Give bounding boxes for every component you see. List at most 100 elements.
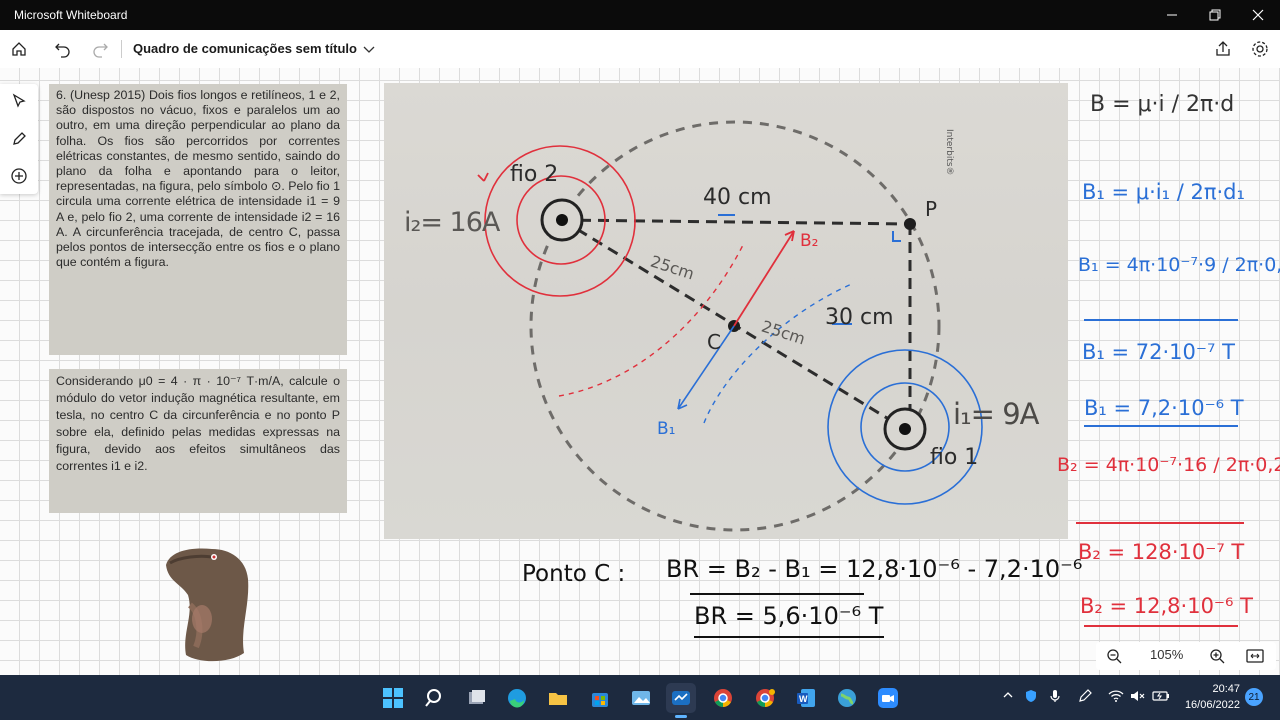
title-dropdown[interactable] <box>358 38 380 60</box>
point-p-label: P <box>925 197 938 221</box>
fit-screen-icon <box>1246 649 1264 663</box>
wifi-icon <box>1108 690 1124 702</box>
close-button[interactable] <box>1236 0 1280 30</box>
app-toolbar: Quadro de comunicações sem título <box>0 30 1280 69</box>
redo-button[interactable] <box>89 38 111 60</box>
undo-icon <box>55 43 70 58</box>
restore-icon <box>1209 9 1221 21</box>
svg-text:W: W <box>799 694 808 704</box>
zoom-in-icon <box>1210 649 1225 664</box>
show-hidden-icons[interactable] <box>1002 689 1014 704</box>
divider-line <box>1084 425 1238 427</box>
volume-tray-icon[interactable] <box>1130 689 1146 706</box>
zoom-meetings-app[interactable] <box>873 683 903 713</box>
word-icon: W <box>797 689 815 707</box>
defender-tray-icon[interactable] <box>1024 689 1038 706</box>
fit-to-screen-button[interactable] <box>1246 648 1264 669</box>
add-button[interactable] <box>8 165 30 187</box>
window-title: Microsoft Whiteboard <box>14 8 128 22</box>
taskbar: W 20:47 16/06/2022 21 <box>0 675 1280 720</box>
i1-note: i₁= 9A <box>953 397 1039 431</box>
b1-result-note[interactable]: B₁ = 72·10⁻⁷ T <box>1082 340 1235 364</box>
divider-line <box>1076 522 1244 524</box>
zoom-level[interactable]: 105% <box>1150 647 1183 662</box>
chrome-icon <box>714 689 732 707</box>
video-camera-icon <box>878 688 898 708</box>
maximize-button[interactable] <box>1193 0 1237 30</box>
toolbar-divider <box>121 40 122 58</box>
clock-date[interactable]: 16/06/2022 <box>1182 699 1240 711</box>
word-app[interactable]: W <box>791 683 821 713</box>
pen-icon <box>13 132 26 145</box>
gear-icon <box>1252 41 1268 57</box>
notification-badge[interactable]: 21 <box>1245 688 1263 706</box>
b1-result-converted-note[interactable]: B₁ = 7,2·10⁻⁶ T <box>1084 396 1244 420</box>
question-text: 6. (Unesp 2015) Dois fios longos e retil… <box>56 88 340 270</box>
chrome-app[interactable] <box>708 683 738 713</box>
zoom-out-icon <box>1107 649 1122 664</box>
home-button[interactable] <box>8 38 30 60</box>
share-button[interactable] <box>1212 38 1234 60</box>
br-result-note[interactable]: BR = 5,6·10⁻⁶ T <box>694 602 883 630</box>
microphone-tray-icon[interactable] <box>1048 689 1062 706</box>
b1-formula-note[interactable]: B₁ = μ·i₁ / 2π·d₁ <box>1082 180 1245 204</box>
zoom-controls: 105% <box>1096 642 1276 670</box>
board-title[interactable]: Quadro de comunicações sem título <box>133 41 357 56</box>
question-card[interactable]: 6. (Unesp 2015) Dois fios longos e retil… <box>49 84 347 355</box>
distance-right-label: 30 cm <box>825 305 894 330</box>
chevron-up-icon <box>1003 692 1013 698</box>
windows-icon <box>383 688 403 708</box>
pen-tray-icon[interactable] <box>1078 689 1092 706</box>
question-card-part2[interactable]: Considerando μ0 = 4 · π · 10⁻⁷ T·m/A, ca… <box>49 369 347 513</box>
globe-icon <box>838 689 856 707</box>
diagram-photo[interactable]: fio 2 fio 1 40 cm 30 cm P C Interbits® i… <box>384 83 1068 539</box>
share-icon <box>1216 41 1230 56</box>
b1-calc-note[interactable]: B₁ = 4π·10⁻⁷·9 / 2π·0,25 <box>1078 254 1280 276</box>
cursor-icon <box>12 93 26 108</box>
start-button[interactable] <box>378 683 408 713</box>
minimize-icon <box>1167 14 1177 16</box>
search-icon <box>425 689 441 707</box>
b1-vector-label: B₁ <box>657 419 676 439</box>
store-icon <box>592 693 608 707</box>
pen-icon <box>1079 689 1092 702</box>
undo-button[interactable] <box>52 38 74 60</box>
distance-top-label: 40 cm <box>703 185 772 210</box>
copyright-text: Interbits® <box>944 129 954 176</box>
b2-result-note[interactable]: B₂ = 128·10⁻⁷ T <box>1078 540 1244 564</box>
clock-time[interactable]: 20:47 <box>1184 683 1240 695</box>
battery-charging-icon <box>1152 691 1169 701</box>
zoom-in-button[interactable] <box>1209 648 1225 669</box>
b2-calc-note[interactable]: B₂ = 4π·10⁻⁷·16 / 2π·0,25 <box>1057 454 1280 476</box>
maps-app[interactable] <box>832 683 862 713</box>
shield-icon <box>1026 690 1036 702</box>
i2-note: i₂= 16A <box>404 207 500 238</box>
minimize-button[interactable] <box>1150 0 1194 30</box>
b2-result-converted-note[interactable]: B₂ = 12,8·10⁻⁶ T <box>1080 594 1253 618</box>
wifi-tray-icon[interactable] <box>1108 689 1124 706</box>
avatar-sticker[interactable] <box>160 543 256 665</box>
select-tool[interactable] <box>8 90 30 112</box>
whiteboard-app[interactable] <box>666 683 696 718</box>
chrome-profile-app[interactable] <box>750 683 780 713</box>
home-icon <box>12 42 26 56</box>
fio2-label: fio 2 <box>510 162 559 187</box>
ponto-c-note[interactable]: Ponto C : <box>522 561 625 587</box>
file-explorer-app[interactable] <box>543 683 573 713</box>
divider-line <box>694 636 884 638</box>
formula-note[interactable]: B = μ·i / 2π·d <box>1090 92 1234 117</box>
close-icon <box>1252 9 1264 21</box>
pen-tool[interactable] <box>8 128 30 150</box>
search-button[interactable] <box>420 683 450 713</box>
redo-icon <box>93 43 108 58</box>
edge-app[interactable] <box>502 683 532 713</box>
active-indicator <box>675 715 687 718</box>
store-app[interactable] <box>585 683 615 713</box>
settings-button[interactable] <box>1249 38 1271 60</box>
br-equation-note[interactable]: BR = B₂ - B₁ = 12,8·10⁻⁶ - 7,2·10⁻⁶ <box>666 555 1082 583</box>
folder-icon <box>549 693 567 705</box>
photos-app[interactable] <box>626 683 656 713</box>
task-view-button[interactable] <box>462 683 492 713</box>
zoom-out-button[interactable] <box>1106 648 1122 669</box>
battery-tray-icon[interactable] <box>1152 689 1170 706</box>
